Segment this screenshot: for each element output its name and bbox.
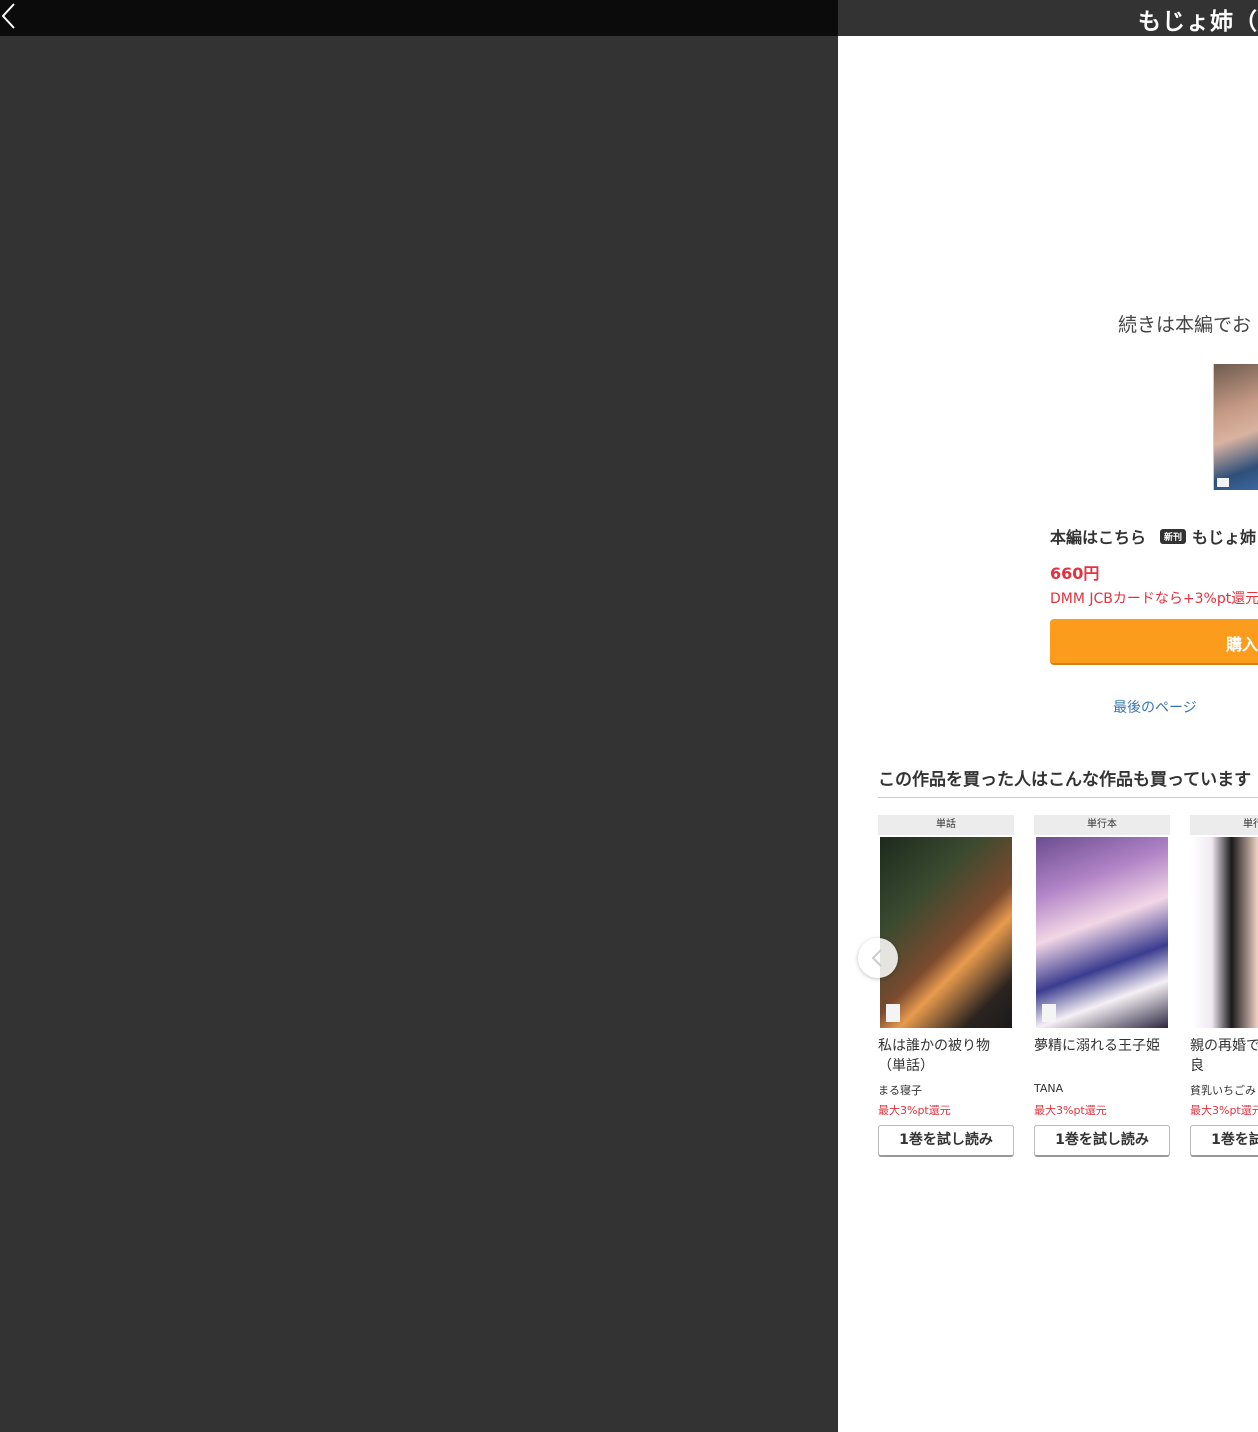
price: 660円: [1050, 564, 1100, 583]
viewer-top-bar: [0, 0, 838, 36]
product-author[interactable]: まる寝子: [878, 1082, 1014, 1098]
chevron-left-icon: [871, 949, 882, 967]
main-volume-label: 本編はこちら: [1050, 528, 1147, 547]
buy-button-label: 購入: [1226, 635, 1258, 654]
rating-mark: [886, 1004, 900, 1022]
chevron-left-icon: [1, 3, 15, 29]
viewer-page-blank[interactable]: [0, 36, 838, 1432]
title-bar: もじょ姉（: [838, 0, 1258, 36]
product-point-note: 最大3%pt還元: [878, 1104, 951, 1117]
trial-read-button[interactable]: 1巻を試し読み: [1190, 1125, 1258, 1157]
rating-mark: [1042, 1004, 1056, 1022]
continue-message: 続きは本編でお: [1118, 314, 1252, 336]
trial-read-button[interactable]: 1巻を試し読み: [878, 1125, 1014, 1157]
end-page-panel: 続きは本編でお 本編はこちら 新刊 もじょ姉 660円 DMM JCBカードなら…: [838, 36, 1258, 1432]
product-type-label: 単話: [878, 815, 1014, 835]
product-type-label: 単行本: [1190, 815, 1258, 835]
recommendations-heading: この作品を買った人はこんな作品も買っています: [878, 770, 1252, 790]
product-author[interactable]: 貧乳いちごみ: [1190, 1082, 1258, 1098]
point-campaign-note[interactable]: DMM JCBカードなら+3%pt還元: [1050, 588, 1258, 608]
viewer-title: もじょ姉（: [1138, 9, 1258, 35]
back-button[interactable]: [0, 0, 22, 36]
carousel-prev-button[interactable]: [858, 938, 898, 978]
product-title[interactable]: 夢精に溺れる王子姫: [1034, 1036, 1170, 1056]
product-thumbnail[interactable]: [1192, 837, 1258, 1028]
product-point-note: 最大3%pt還元: [1034, 1104, 1107, 1117]
product-thumbnail[interactable]: [880, 837, 1012, 1028]
trial-read-button[interactable]: 1巻を試し読み: [1034, 1125, 1170, 1157]
product-title[interactable]: 親の再婚で妹とは仲良: [1190, 1036, 1258, 1076]
main-volume-title[interactable]: もじょ姉: [1192, 524, 1256, 548]
cover-rating-mark: [1217, 478, 1229, 487]
main-volume-cover[interactable]: [1213, 364, 1258, 490]
last-page-link[interactable]: 最後のページ: [1113, 697, 1197, 717]
product-author[interactable]: TANA: [1034, 1082, 1170, 1095]
buy-button[interactable]: 購入: [1050, 619, 1258, 665]
product-type-label: 単行本: [1034, 815, 1170, 835]
product-thumbnail[interactable]: [1036, 837, 1168, 1028]
new-release-badge: 新刊: [1160, 528, 1187, 544]
product-title[interactable]: 私は誰かの被り物（単話）: [878, 1036, 1014, 1076]
main-volume-row: 本編はこちら 新刊 もじょ姉: [1050, 524, 1256, 548]
divider: [878, 797, 1258, 798]
product-point-note: 最大3%pt還元: [1190, 1104, 1258, 1117]
